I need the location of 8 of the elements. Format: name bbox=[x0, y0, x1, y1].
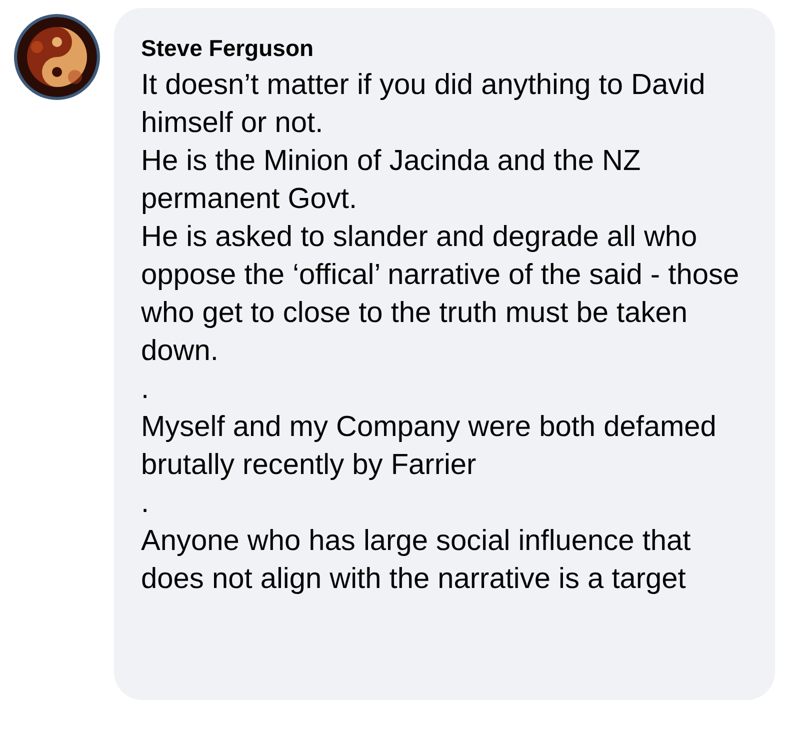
comment-text: It doesn’t matter if you did anything to David himself or not. bbox=[141, 68, 706, 141]
comment-text: He is asked to slander and degrade all who oppose the ‘offical’ narrative of the said - those who get to close to the truth must be taken down. bbox=[141, 220, 740, 369]
comment-text: Myself and my Company were both defamed brutally recently by Farrier bbox=[141, 410, 718, 483]
author-name[interactable]: Steve Ferguson bbox=[141, 32, 755, 64]
comment-text: He is the Minion of Jacinda and the NZ permanent Govt. bbox=[141, 144, 642, 217]
comment-text: . bbox=[141, 372, 150, 407]
comment-text: Anyone who has large social influence that does not align with the narrative is a target bbox=[141, 524, 692, 597]
comment-text: . bbox=[141, 486, 150, 521]
